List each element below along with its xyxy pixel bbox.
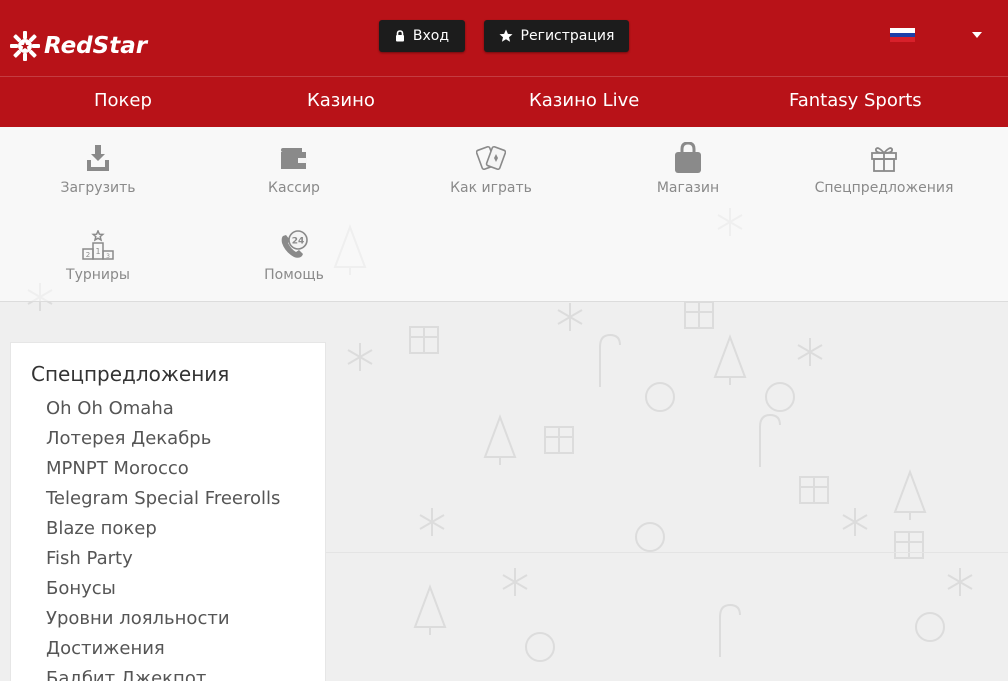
- sidebar-item[interactable]: MPNPT Morocco: [46, 454, 280, 484]
- sidebar-title: Спецпредложения: [31, 362, 230, 386]
- language-selector[interactable]: [890, 28, 985, 43]
- login-button[interactable]: Вход: [379, 20, 465, 52]
- menu-cashier[interactable]: Кассир: [224, 142, 364, 196]
- sidebar-item[interactable]: Fish Party: [46, 544, 280, 574]
- content-divider: [326, 552, 1008, 553]
- candy-cane-icon: [599, 333, 781, 657]
- menu-tournaments-label: Турниры: [66, 267, 130, 283]
- wallet-icon: [278, 142, 310, 174]
- site-header: RedStar Вход Регистрация Покер Казино Ка…: [0, 0, 1008, 127]
- logo[interactable]: RedStar: [9, 30, 147, 62]
- menu-cashier-label: Кассир: [268, 180, 320, 196]
- svg-text:2: 2: [86, 251, 90, 259]
- menu-shop[interactable]: Магазин: [618, 142, 758, 196]
- chevron-down-icon: [972, 32, 982, 38]
- ru-flag-icon: [890, 28, 915, 43]
- main-nav: Покер Казино Казино Live Fantasy Sports: [0, 77, 1008, 127]
- logo-text: RedStar: [44, 33, 148, 59]
- login-label: Вход: [412, 28, 450, 44]
- sidebar-item[interactable]: Telegram Special Freerolls: [46, 484, 280, 514]
- cards-icon: [475, 142, 507, 174]
- sidebar-item[interactable]: Oh Oh Omaha: [46, 394, 280, 424]
- download-icon: [82, 142, 114, 174]
- menu-how-to-play[interactable]: Как играть: [421, 142, 561, 196]
- promotions-list: Oh Oh Omaha Лотерея Декабрь MPNPT Morocc…: [46, 394, 280, 681]
- register-label: Регистрация: [520, 28, 615, 44]
- menu-how-to-play-label: Как играть: [450, 180, 532, 196]
- register-button[interactable]: Регистрация: [484, 20, 629, 52]
- nav-poker[interactable]: Покер: [94, 90, 152, 111]
- sidebar-item[interactable]: Бонусы: [46, 574, 280, 604]
- sidebar-item[interactable]: Достижения: [46, 634, 280, 664]
- gift-icon: [409, 301, 924, 559]
- nav-casino[interactable]: Казино: [307, 90, 375, 111]
- promotions-sidebar: Спецпредложения Oh Oh Omaha Лотерея Дека…: [10, 342, 326, 681]
- support-24-icon: 24: [278, 229, 310, 261]
- menu-shop-label: Магазин: [656, 180, 720, 196]
- podium-icon: 1 2 3: [82, 229, 114, 261]
- svg-text:1: 1: [95, 247, 100, 256]
- lock-icon: [395, 30, 404, 42]
- menu-help[interactable]: 24 Помощь: [224, 229, 364, 283]
- gift-icon: [868, 142, 900, 174]
- svg-text:3: 3: [106, 253, 110, 260]
- menu-download[interactable]: Загрузить: [28, 142, 168, 196]
- top-bar: RedStar Вход Регистрация: [0, 0, 1008, 76]
- sidebar-item[interactable]: Лотерея Декабрь: [46, 424, 280, 454]
- menu-promotions[interactable]: Спецпредложения: [814, 142, 954, 196]
- menu-help-label: Помощь: [264, 267, 324, 283]
- sidebar-item[interactable]: Уровни лояльности: [46, 604, 280, 634]
- ornament-icon: [525, 382, 945, 662]
- star-icon: [499, 29, 513, 42]
- nav-fantasy-sports[interactable]: Fantasy Sports: [789, 90, 922, 111]
- nav-live-casino[interactable]: Казино Live: [529, 90, 639, 111]
- icon-menu: Загрузить Кассир Как играть Магазин Спец…: [0, 127, 1008, 302]
- redstar-logo-icon: [10, 31, 40, 61]
- menu-download-label: Загрузить: [60, 180, 136, 196]
- shopping-bag-icon: [672, 142, 704, 174]
- sidebar-item[interactable]: Бадбит Джекпот: [46, 664, 280, 681]
- sidebar-item[interactable]: Blaze покер: [46, 514, 280, 544]
- menu-tournaments[interactable]: 1 2 3 Турниры: [28, 229, 168, 283]
- menu-promotions-label: Спецпредложения: [814, 180, 954, 196]
- svg-text:24: 24: [292, 237, 305, 247]
